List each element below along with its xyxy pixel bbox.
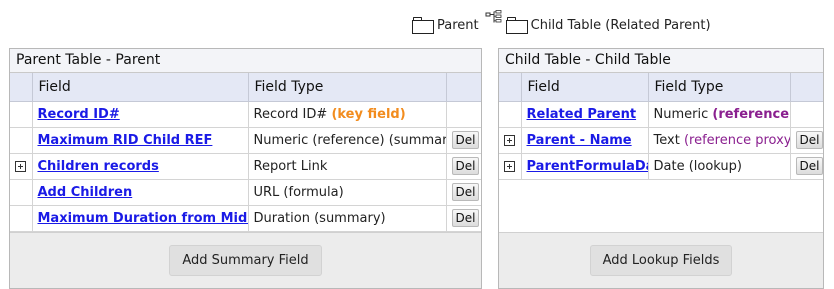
delete-button[interactable]: Del <box>795 157 823 175</box>
field-link-maximum-rid-child-ref[interactable]: Maximum RID Child REF <box>38 133 213 148</box>
field-type-column-header: Field Type <box>648 73 791 102</box>
panel-title: Parent Table - Parent <box>10 49 481 73</box>
field-link-record-id[interactable]: Record ID# <box>38 107 120 122</box>
field-type-cell: Report Link <box>248 153 447 180</box>
reference-badge: (reference) <box>712 106 790 122</box>
panel-title: Child Table - Child Table <box>499 49 823 73</box>
field-link-children-records[interactable]: Children records <box>38 159 159 174</box>
table-row: Maximum Duration from Midnight Duration … <box>10 205 481 232</box>
expand-icon[interactable] <box>504 134 516 146</box>
table-header-row: Field Field Type <box>10 73 481 102</box>
field-type-cell: Numeric (reference) <box>648 101 791 128</box>
field-link-maximum-duration[interactable]: Maximum Duration from Midnight <box>38 211 248 226</box>
delete-button[interactable]: Del <box>451 209 480 227</box>
child-fields-table: Field Field Type Related Parent Numeric … <box>499 73 823 180</box>
action-column-header <box>790 73 823 102</box>
table-row: Parent - Name Text (reference proxy) Del <box>499 127 823 154</box>
relationship-icon <box>485 10 502 23</box>
expand-column-header <box>10 73 33 102</box>
folder-icon <box>412 17 434 34</box>
field-type-cell: Text (reference proxy) <box>648 127 791 154</box>
table-row: Maximum RID Child REF Numeric (reference… <box>10 127 481 154</box>
field-type-cell: Duration (summary) <box>248 205 447 232</box>
field-link-parent-formula-date[interactable]: ParentFormulaDate <box>527 159 648 174</box>
table-row: ParentFormulaDate Date (lookup) Del <box>499 153 823 180</box>
child-table-panel: Child Table - Child Table Field Field Ty… <box>498 48 824 289</box>
delete-button[interactable]: Del <box>795 131 823 149</box>
field-link-add-children[interactable]: Add Children <box>38 185 133 200</box>
table-row: Add Children URL (formula) Del <box>10 179 481 206</box>
add-lookup-fields-button[interactable]: Add Lookup Fields <box>589 245 733 276</box>
breadcrumb: Parent Child Table (Related Parent) <box>412 10 715 34</box>
add-summary-field-button[interactable]: Add Summary Field <box>169 245 322 276</box>
table-row: Children records Report Link Del <box>10 153 481 180</box>
folder-icon <box>505 17 528 34</box>
parent-table-label[interactable]: Parent <box>437 18 479 34</box>
delete-button[interactable]: Del <box>451 131 480 149</box>
table-header-row: Field Field Type <box>499 73 823 102</box>
action-column-header <box>446 73 481 102</box>
panel-footer: Add Lookup Fields <box>499 232 823 288</box>
field-type-cell: Record ID# (key field) <box>248 101 447 128</box>
field-column-header: Field <box>32 73 249 102</box>
field-type-cell: Date (lookup) <box>648 153 791 180</box>
expand-icon[interactable] <box>15 160 27 172</box>
table-row: Record ID# Record ID# (key field) <box>10 101 481 128</box>
panel-footer: Add Summary Field <box>10 232 481 288</box>
child-table-label[interactable]: Child Table (Related Parent) <box>531 18 711 34</box>
field-link-related-parent[interactable]: Related Parent <box>527 107 637 122</box>
parent-table-panel: Parent Table - Parent Field Field Type R… <box>9 48 482 289</box>
field-type-cell: URL (formula) <box>248 179 447 206</box>
field-type-cell: Numeric (reference) (summary) <box>248 127 447 154</box>
parent-fields-table: Field Field Type Record ID# Record ID# (… <box>10 73 481 232</box>
expand-column-header <box>499 73 522 102</box>
reference-proxy-badge: (reference proxy) <box>683 132 790 148</box>
delete-button[interactable]: Del <box>451 157 480 175</box>
table-row: Related Parent Numeric (reference) <box>499 101 823 128</box>
key-field-badge: (key field) <box>331 106 406 122</box>
field-type-column-header: Field Type <box>248 73 447 102</box>
field-column-header: Field <box>521 73 649 102</box>
field-link-parent-name[interactable]: Parent - Name <box>527 133 632 148</box>
delete-button[interactable]: Del <box>451 183 480 201</box>
expand-icon[interactable] <box>504 160 516 172</box>
